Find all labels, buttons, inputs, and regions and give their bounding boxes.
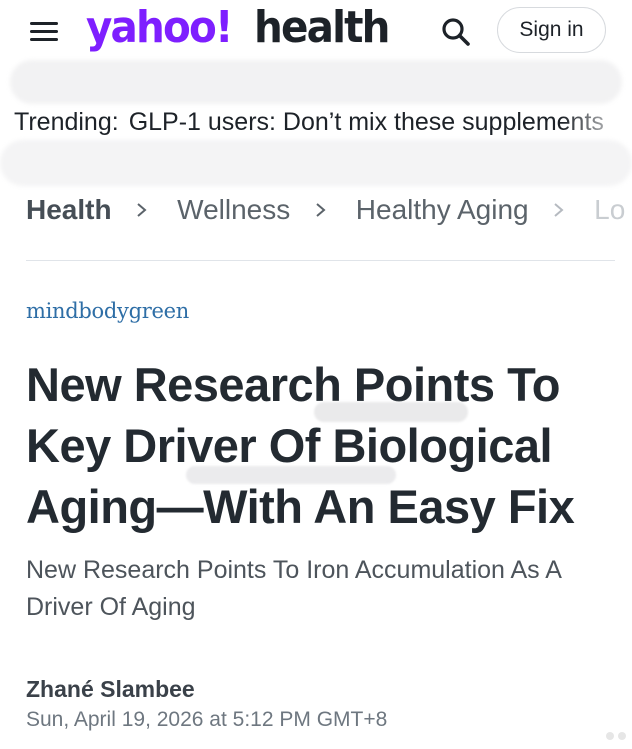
provider-logo[interactable]: mindbodygreen: [26, 299, 189, 323]
chevron-right-icon: [554, 202, 564, 217]
trending-label: Trending:: [14, 108, 119, 136]
overlay-smudge: [314, 402, 468, 422]
page: yahoo! health Sign in Trending: GLP-1 use…: [0, 0, 632, 749]
author-name[interactable]: Zhané Slambee: [26, 676, 195, 703]
breadcrumb-item-healthy-aging[interactable]: Healthy Aging: [356, 194, 529, 225]
blurred-banner-bottom: [0, 140, 632, 186]
chevron-right-icon: [316, 202, 326, 217]
top-header: yahoo! health Sign in: [0, 0, 632, 62]
hamburger-menu-icon[interactable]: [30, 19, 60, 43]
article-subtitle: New Research Points To Iron Accumulation…: [26, 556, 561, 621]
breadcrumb: Health Wellness Healthy Aging Lo: [26, 190, 632, 230]
yahoo-health-logo[interactable]: yahoo! health: [86, 2, 390, 58]
sign-in-button[interactable]: Sign in: [497, 7, 606, 53]
logo-brand: yahoo!: [86, 2, 233, 53]
overlay-smudge: [186, 466, 396, 484]
trending-link[interactable]: GLP-1 users: Don’t mix these supplements: [129, 108, 604, 136]
trending-bar: Trending: GLP-1 users: Don’t mix these su…: [14, 106, 632, 138]
logo-section: health: [254, 2, 390, 53]
blurred-banner-top: [10, 60, 622, 104]
article-title: New Research Points To Key Driver Of Bio…: [26, 358, 575, 533]
search-icon[interactable]: [440, 16, 472, 48]
breadcrumb-item-wellness[interactable]: Wellness: [177, 194, 290, 225]
publish-date: Sun, April 19, 2026 at 5:12 PM GMT+8: [26, 708, 388, 731]
divider: [26, 260, 615, 261]
breadcrumb-item-truncated[interactable]: Lo: [594, 194, 625, 225]
chevron-right-icon: [137, 202, 147, 217]
corner-dots: [602, 727, 626, 745]
breadcrumb-item-health[interactable]: Health: [26, 194, 112, 225]
trending-fade: [562, 106, 632, 138]
